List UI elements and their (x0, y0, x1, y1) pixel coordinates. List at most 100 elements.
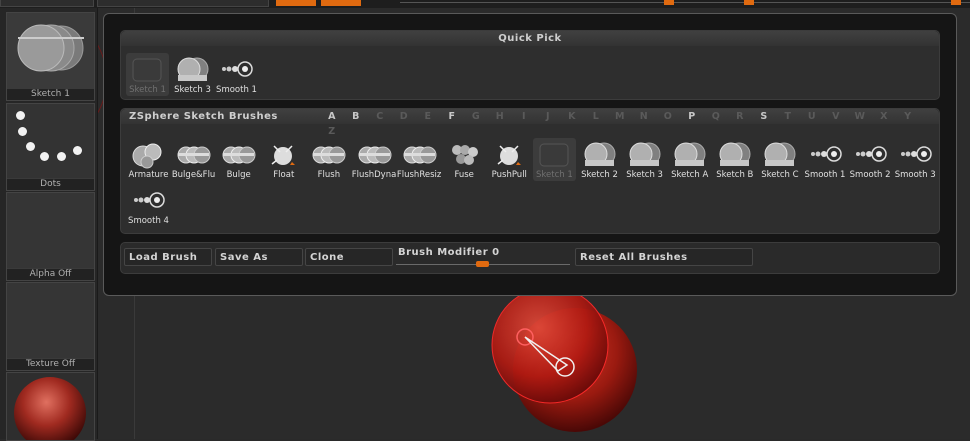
letter-filter[interactable]: K (560, 109, 584, 124)
top-slider-knob[interactable] (664, 0, 674, 5)
stroke-dot (26, 142, 35, 151)
top-slider-knob[interactable] (744, 0, 754, 5)
texture-thumbnail-button[interactable]: Texture Off (6, 282, 95, 371)
top-slider-knob[interactable] (951, 0, 961, 5)
zsphere-brush-item[interactable]: Sketch 3 (623, 138, 666, 181)
material-sphere-icon (14, 377, 86, 440)
fuse-brush-icon (451, 145, 478, 165)
letter-filter[interactable]: U (800, 109, 824, 124)
zsphere-brush-item[interactable]: Bulge (217, 138, 260, 181)
zsphere-brush-item[interactable]: Sketch A (668, 138, 711, 181)
letter-filter[interactable]: V (824, 109, 848, 124)
zsphere-brush-item[interactable]: Armature (127, 138, 170, 181)
zsphere-brush-item[interactable]: Smooth 1 (804, 138, 847, 181)
zsphere-brush-item[interactable]: Sketch C (758, 138, 801, 181)
material-thumbnail-button[interactable] (6, 372, 95, 441)
letter-filter[interactable]: C (368, 109, 392, 124)
zsphere-brush-label: Bulge (226, 170, 251, 180)
zsphere-brushes-header: ZSphere Sketch Brushes ABCDEFGHIJKLMNOPQ… (121, 109, 939, 137)
letter-filter[interactable]: M (608, 109, 632, 124)
zsphere-brush-label: Sketch 1 (536, 170, 573, 180)
sketch-brush-icon (764, 142, 796, 166)
zsphere-brush-item[interactable]: Sketch B (713, 138, 756, 181)
alpha-label: Alpha Off (7, 268, 94, 280)
letter-filter[interactable]: N (632, 109, 656, 124)
letter-filter[interactable]: Z (320, 124, 344, 139)
top-toolbar-segment[interactable] (97, 0, 269, 7)
letter-filter[interactable]: T (776, 109, 800, 124)
quick-pick-item[interactable]: Sketch 1 (126, 53, 169, 96)
letter-filter[interactable]: F (440, 109, 464, 124)
letter-filter[interactable]: B (344, 109, 368, 124)
letter-filter[interactable]: S (752, 109, 776, 124)
letter-filter[interactable]: I (512, 109, 536, 124)
zsphere-brush-label: Sketch C (761, 170, 799, 180)
letter-filter[interactable]: L (584, 109, 608, 124)
zsphere-brush-item[interactable]: PushPull (488, 138, 531, 181)
brush-modifier-knob[interactable] (476, 261, 489, 267)
brush-thumbnail-button[interactable]: Sketch 1 (6, 12, 95, 101)
zsphere-brush-label: Bulge&Flu (171, 170, 216, 180)
top-orange-button[interactable] (321, 0, 361, 6)
zsphere-brush-item[interactable]: Bulge&Flu (172, 138, 215, 181)
zsphere-brush-item[interactable]: Smooth 4 (127, 184, 170, 227)
letter-filter[interactable]: Q (704, 109, 728, 124)
quick-pick-label: Sketch 1 (129, 85, 166, 95)
clone-button[interactable]: Clone (305, 248, 393, 266)
smooth-brush-icon (134, 192, 165, 208)
zsphere-brush-label: Sketch 3 (626, 170, 663, 180)
zsphere-model[interactable] (455, 275, 655, 439)
zsphere-brush-item[interactable]: Fuse (443, 138, 486, 181)
brush-modifier-label: Brush Modifier 0 (398, 247, 500, 258)
bulge-brush-icon (312, 146, 346, 164)
float-brush-icon (497, 145, 521, 165)
zsphere-brush-item[interactable]: FlushResiz (396, 138, 442, 181)
letter-filter[interactable]: X (872, 109, 896, 124)
zsphere-brush-item[interactable]: Sketch 1 (532, 138, 576, 181)
quick-pick-item[interactable]: Sketch 3 (171, 53, 214, 96)
bulge-brush-icon (177, 146, 211, 164)
letter-filter[interactable]: H (488, 109, 512, 124)
top-toolbar-segment[interactable] (0, 0, 94, 7)
sketch-brush-icon (177, 57, 209, 81)
top-orange-button[interactable] (276, 0, 316, 6)
letter-filter[interactable]: Y (896, 109, 920, 124)
letter-filter[interactable]: J (536, 109, 560, 124)
reset-all-brushes-button[interactable]: Reset All Brushes (575, 248, 753, 266)
zsphere-brush-label: Sketch A (671, 170, 709, 180)
brush-label: Sketch 1 (7, 88, 94, 100)
quick-pick-title: Quick Pick (121, 31, 939, 46)
zsphere-brush-item[interactable]: FlushDyna (352, 138, 396, 181)
quick-pick-section: Quick Pick Sketch 1 Sketch 3 Smooth 1 (120, 30, 940, 100)
letter-filter[interactable]: A (320, 109, 344, 124)
zsphere-brush-label: Smooth 3 (894, 170, 936, 180)
zsphere-brush-label: Float (273, 170, 295, 180)
quick-pick-item[interactable]: Smooth 1 (215, 53, 258, 96)
letter-filter[interactable]: O (656, 109, 680, 124)
zsphere-brush-label: Fuse (454, 170, 474, 180)
zsphere-brush-label: PushPull (491, 170, 527, 180)
smooth-brush-icon (900, 146, 932, 162)
alpha-thumbnail-button[interactable]: Alpha Off (6, 192, 95, 281)
letter-filter[interactable]: G (464, 109, 488, 124)
letter-filter[interactable]: R (728, 109, 752, 124)
save-as-button[interactable]: Save As (215, 248, 303, 266)
smooth-brush-icon (855, 146, 887, 162)
zsphere-brush-item[interactable]: Flush (307, 138, 350, 181)
load-brush-button[interactable]: Load Brush (124, 248, 212, 266)
zsphere-brush-item[interactable]: Smooth 2 (849, 138, 892, 181)
zsphere-brush-item[interactable]: Smooth 3 (894, 138, 937, 181)
zsphere-brush-label: Sketch 2 (581, 170, 618, 180)
top-slider-track (400, 2, 970, 3)
brush-modifier-name: Brush Modifier (398, 247, 489, 258)
letter-filter[interactable]: W (848, 109, 872, 124)
zsphere-brush-item[interactable]: Float (262, 138, 305, 181)
bulge-brush-icon (222, 146, 256, 164)
stroke-thumbnail-button[interactable]: Dots (6, 103, 95, 191)
letter-filter[interactable]: E (416, 109, 440, 124)
letter-filter[interactable]: D (392, 109, 416, 124)
zsphere-brush-label: FlushResiz (396, 170, 442, 180)
zsphere-brush-item[interactable]: Sketch 2 (578, 138, 621, 181)
letter-filter[interactable]: P (680, 109, 704, 124)
smooth-brush-icon (222, 61, 253, 77)
